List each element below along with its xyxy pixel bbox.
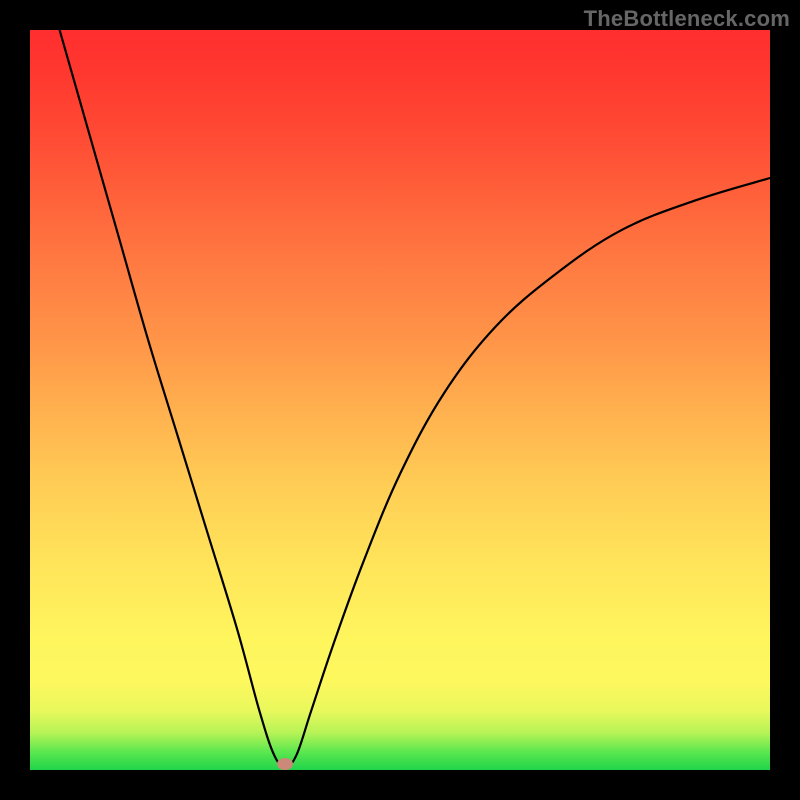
- optimum-marker: [277, 758, 293, 770]
- chart-container: TheBottleneck.com: [0, 0, 800, 800]
- brand-label: TheBottleneck.com: [584, 6, 790, 32]
- plot-background: [30, 30, 770, 770]
